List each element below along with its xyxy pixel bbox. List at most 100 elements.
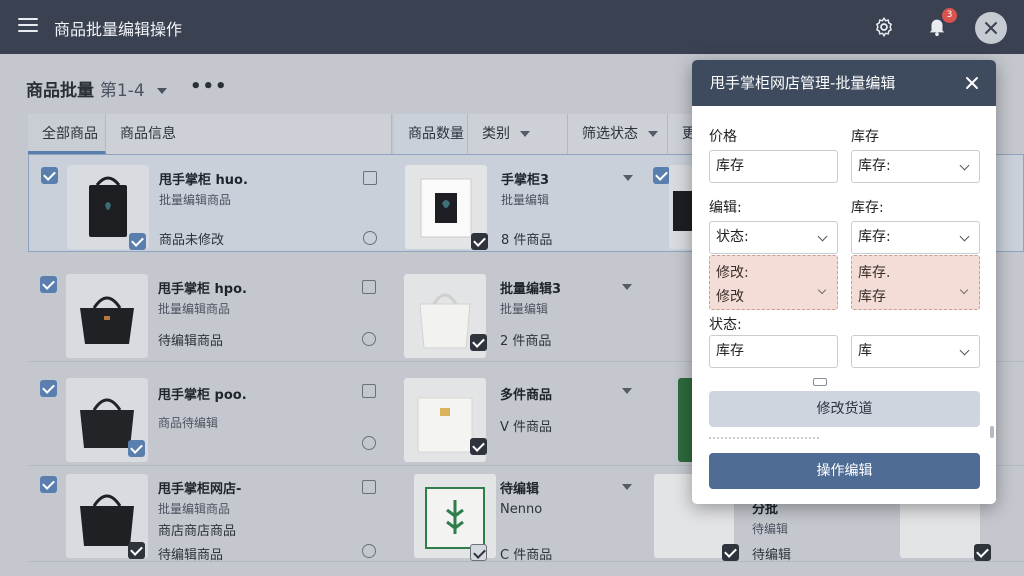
image-checkbox[interactable] xyxy=(129,233,146,250)
column-label: 筛选状态 xyxy=(582,126,638,142)
product-status-2: 待编辑商品 xyxy=(158,548,224,563)
image-checkbox[interactable] xyxy=(470,544,487,561)
stock-select-2[interactable]: 库存: xyxy=(851,221,980,254)
row-option-checkbox[interactable] xyxy=(363,171,377,185)
row-option-checkbox[interactable] xyxy=(362,480,376,494)
chevron-down-icon[interactable] xyxy=(622,284,632,290)
column-label: 全部商品 xyxy=(42,126,98,142)
row-radio[interactable] xyxy=(362,544,376,558)
stock-label-2: 库存: xyxy=(851,200,884,216)
column-label: 商品数量 xyxy=(408,126,464,142)
dialog-title: 甩手掌柜网店管理-批量编辑 xyxy=(710,74,896,92)
breadcrumb[interactable]: 商品批量 第1-4 xyxy=(26,76,167,101)
product-status: 待编辑商品 xyxy=(158,334,224,349)
chevron-down-icon[interactable] xyxy=(623,175,633,181)
column-header-quantity[interactable]: 商品数量 xyxy=(394,114,468,154)
menu-icon[interactable] xyxy=(18,18,38,34)
product-title: 甩手掌柜 huo. xyxy=(159,173,248,188)
product-subtitle: 批量编辑商品 xyxy=(159,193,232,207)
item-quantity: V 件商品 xyxy=(500,420,553,435)
chevron-down-icon[interactable] xyxy=(622,388,632,394)
modify-lane-button[interactable]: 修改货道 xyxy=(709,391,980,427)
item-title: 待编辑 xyxy=(500,482,540,497)
divider xyxy=(709,437,819,439)
item-quantity: 待编辑 xyxy=(752,548,792,563)
item-title: 多件商品 xyxy=(500,388,553,403)
product-status: 商店商店商品 xyxy=(158,524,237,539)
collapse-handle-icon[interactable] xyxy=(813,378,827,386)
stock-hl-value: 库存 xyxy=(858,289,886,305)
dialog-scrollbar[interactable] xyxy=(990,120,994,450)
breadcrumb-sub: 第1-4 xyxy=(99,81,145,101)
column-label: 类别 xyxy=(482,126,510,142)
item-title: 手掌柜3 xyxy=(501,173,550,188)
product-title: 甩手掌柜 hpo. xyxy=(158,282,247,297)
stock-input[interactable]: 库存 xyxy=(709,335,838,368)
image-checkbox[interactable] xyxy=(470,438,487,455)
edit-label: 编辑: xyxy=(709,200,742,216)
item-subtitle: 待编辑 xyxy=(752,522,789,536)
row-option-checkbox[interactable] xyxy=(362,280,376,294)
row-radio[interactable] xyxy=(362,436,376,450)
image-checkbox[interactable] xyxy=(974,544,991,561)
row-checkbox[interactable] xyxy=(40,276,57,293)
tote-bag-image xyxy=(80,296,134,344)
stock-hl-label: 库存. xyxy=(858,265,891,281)
modify-select-highlighted[interactable]: 修改: 修改 xyxy=(709,255,838,310)
close-icon[interactable] xyxy=(964,75,980,91)
item-quantity: 8 件商品 xyxy=(501,233,553,248)
image-checkbox[interactable] xyxy=(128,440,145,457)
price-input[interactable]: 库存 xyxy=(709,150,838,183)
more-options-button[interactable]: ••• xyxy=(190,76,228,97)
chevron-down-icon xyxy=(959,285,969,295)
top-bar: 商品批量编辑操作 3 xyxy=(0,0,1024,54)
app-title: 商品批量编辑操作 xyxy=(54,20,183,39)
stock-select-highlighted[interactable]: 库存. 库存 xyxy=(851,255,980,310)
dialog-header: 甩手掌柜网店管理-批量编辑 xyxy=(692,60,996,106)
row-checkbox[interactable] xyxy=(40,380,57,397)
row-radio[interactable] xyxy=(362,332,376,346)
column-header-category[interactable]: 类别 xyxy=(468,114,568,154)
chevron-down-icon xyxy=(156,88,167,94)
row-checkbox[interactable] xyxy=(41,167,58,184)
product-subtitle: 批量编辑商品 xyxy=(158,502,231,516)
item-subtitle: 批量编辑 xyxy=(501,193,550,207)
close-avatar-button[interactable] xyxy=(975,12,1007,44)
item-quantity: C 件商品 xyxy=(500,548,553,563)
column-header-filter-status[interactable]: 筛选状态 xyxy=(568,114,668,154)
column-label: 商品信息 xyxy=(120,126,176,142)
row-option-checkbox[interactable] xyxy=(362,384,376,398)
stock-select[interactable]: 库存: xyxy=(851,150,980,183)
tab-all-products[interactable]: 全部商品 xyxy=(28,114,106,154)
price-label: 价格 xyxy=(709,129,737,145)
chevron-down-icon xyxy=(520,131,530,137)
gear-icon[interactable] xyxy=(873,16,895,38)
chevron-down-icon[interactable] xyxy=(622,484,632,490)
image-checkbox[interactable] xyxy=(470,334,487,351)
row-checkbox[interactable] xyxy=(653,167,670,184)
image-checkbox[interactable] xyxy=(128,542,145,559)
warehouse-select[interactable]: 库 xyxy=(851,335,980,368)
status-label: 状态: xyxy=(709,317,742,333)
row-checkbox[interactable] xyxy=(40,476,57,493)
product-status: 商品未修改 xyxy=(159,233,225,248)
notification-badge: 3 xyxy=(942,8,957,23)
item-subtitle: 批量编辑 xyxy=(500,302,549,316)
column-header-product-info[interactable]: 商品信息 xyxy=(106,114,392,154)
batch-edit-dialog: 甩手掌柜网店管理-批量编辑 价格 库存 库存 库存: 编辑: 库存: 状态: 库… xyxy=(692,60,996,504)
chevron-down-icon xyxy=(817,285,827,295)
modify-value: 修改 xyxy=(716,289,744,305)
image-checkbox[interactable] xyxy=(471,233,488,250)
apply-edit-button[interactable]: 操作编辑 xyxy=(709,453,980,489)
status-select[interactable]: 状态: xyxy=(709,221,838,254)
modify-label: 修改: xyxy=(716,265,749,281)
item-title: 批量编辑3 xyxy=(500,282,562,297)
row-radio[interactable] xyxy=(363,231,377,245)
item-subtitle: Nenno xyxy=(500,502,543,517)
item-quantity: 2 件商品 xyxy=(500,334,552,349)
product-image xyxy=(66,274,148,358)
product-title: 甩手掌柜 poo. xyxy=(158,388,247,403)
product-subtitle: 商品待编辑 xyxy=(158,416,219,430)
image-checkbox[interactable] xyxy=(722,544,739,561)
chevron-down-icon xyxy=(648,131,658,137)
